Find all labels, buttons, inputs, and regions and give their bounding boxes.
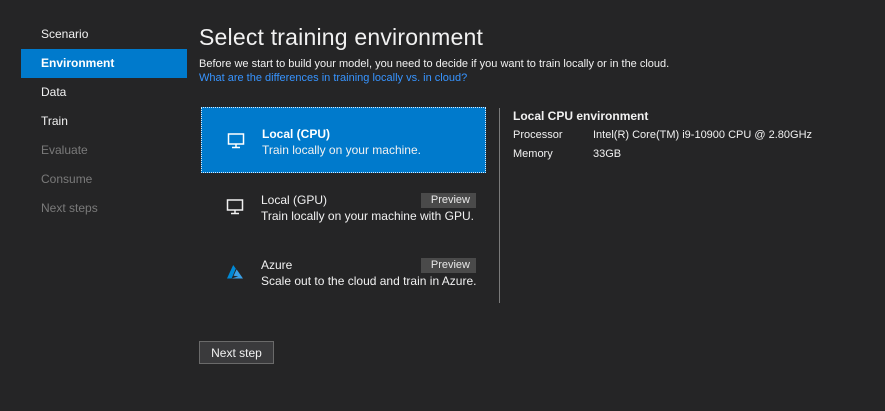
option-description: Train locally on your machine. (262, 143, 421, 157)
main-panel: Select training environment Before we st… (199, 0, 885, 411)
preview-badge: Preview (420, 193, 476, 208)
details-key: Memory (513, 148, 553, 160)
details-key: Processor (513, 129, 563, 141)
preview-badge: Preview (420, 258, 476, 273)
option-description: Scale out to the cloud and train in Azur… (261, 274, 477, 288)
azure-icon (227, 265, 243, 279)
sidebar-nav: Scenario Environment Data Train Evaluate… (21, 20, 187, 223)
option-azure[interactable]: Azure Preview Scale out to the cloud and… (201, 239, 486, 303)
environment-options: Local (CPU) Train locally on your machin… (201, 107, 486, 303)
sidebar-item-train[interactable]: Train (21, 107, 187, 136)
option-name: Local (GPU) (261, 193, 328, 207)
details-row-processor: Processor Intel(R) Core(TM) i9-10900 CPU… (513, 127, 873, 146)
environment-details: Local CPU environment Processor Intel(R)… (513, 109, 873, 165)
option-name: Azure (261, 258, 293, 272)
next-step-button[interactable]: Next step (199, 341, 274, 364)
details-value: Intel(R) Core(TM) i9-10900 CPU @ 2.80GHz (593, 129, 813, 141)
option-local-cpu[interactable]: Local (CPU) Train locally on your machin… (201, 107, 486, 173)
option-name: Local (CPU) (262, 127, 331, 141)
details-row-memory: Memory 33GB (513, 146, 873, 165)
sidebar-item-next-steps: Next steps (41, 201, 98, 215)
sidebar-item-consume: Consume (41, 172, 93, 186)
sidebar-item-environment[interactable]: Environment (21, 49, 187, 78)
monitor-icon (226, 199, 244, 215)
sidebar-item-scenario[interactable]: Scenario (21, 20, 187, 49)
monitor-icon (227, 133, 245, 149)
option-local-gpu[interactable]: Local (GPU) Preview Train locally on you… (201, 174, 486, 238)
vertical-divider (499, 108, 500, 303)
page-title: Select training environment (199, 24, 484, 50)
differences-link[interactable]: What are the differences in training loc… (199, 72, 467, 84)
sidebar-item-evaluate: Evaluate (41, 143, 88, 157)
details-value: 33GB (593, 148, 622, 160)
option-description: Train locally on your machine with GPU. (261, 209, 474, 223)
intro-text: Before we start to build your model, you… (199, 58, 670, 70)
details-title: Local CPU environment (513, 109, 649, 123)
sidebar-item-data[interactable]: Data (21, 78, 187, 107)
